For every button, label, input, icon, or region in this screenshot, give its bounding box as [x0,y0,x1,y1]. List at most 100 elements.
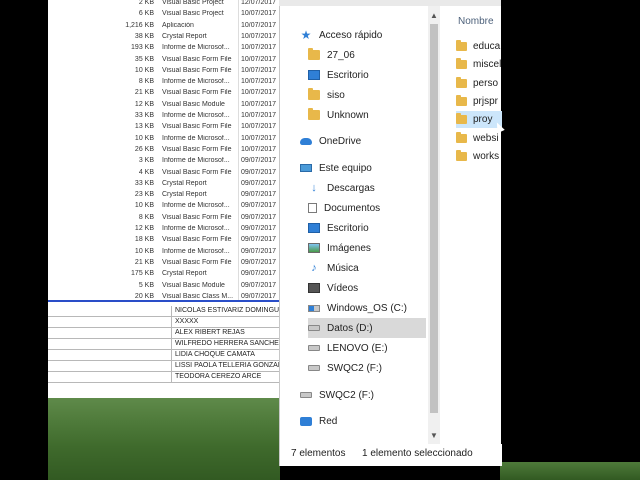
nav-onedrive[interactable]: OneDrive [300,131,361,151]
row-size: 23 KB [134,191,154,199]
column-header-name[interactable]: Nombre [458,16,494,27]
scroll-up-arrow-icon[interactable]: ▲ [428,10,440,22]
folder-icon [456,76,467,88]
nav-pc-musica[interactable]: ♪ Música [308,258,358,278]
row-type: Visual Basic Class M... [162,292,234,300]
cloud-icon [300,137,312,145]
background-list-row: 10 KB Informe de Microsof... 10/07/2017 [48,134,280,145]
usb-drive-icon [308,365,320,371]
nav-qa-item-27-06[interactable]: 27_06 [308,45,355,65]
nav-qa-item-unknown[interactable]: Unknown [308,105,369,125]
row-size: 13 KB [134,123,154,131]
background-list-row: 6 KB Visual Basic Project 10/07/2017 [48,9,280,20]
scroll-down-arrow-icon[interactable]: ▼ [428,430,440,442]
folder-icon [456,113,467,125]
background-list-row: 1,216 KB Aplicación 10/07/2017 [48,21,280,32]
nav-swqc2-root[interactable]: SWQC2 (F:) [300,385,374,405]
folder-item-label: prjspr [473,95,499,107]
nav-drive-e[interactable]: LENOVO (E:) [308,338,388,358]
row-size: 10 KB [134,66,154,74]
star-icon: ★ [300,28,312,42]
row-date: 10/07/2017 [241,100,277,108]
screen: 2 KB Visual Basic Project 12/07/2017 6 KB Vi… [0,0,640,480]
nav-label: SWQC2 (F:) [327,362,382,374]
nav-drive-f[interactable]: SWQC2 (F:) [308,358,382,378]
nav-pc-descargas[interactable]: ↓ Descargas [308,178,375,198]
nav-label: Unknown [327,109,369,121]
folder-item[interactable]: prjspr [456,93,502,110]
folder-icon [456,58,467,70]
row-size: 12 KB [134,225,154,232]
nav-label: 27_06 [327,49,355,61]
sheet-row: ALEX RIBERT REJAS [48,328,280,339]
nav-label: Descargas [327,182,375,194]
nav-network[interactable]: Red [300,411,337,431]
nav-drive-c[interactable]: Windows_OS (C:) [308,298,407,318]
video-icon [308,283,320,293]
row-date: 10/07/2017 [241,66,277,74]
nav-label: siso [327,89,345,101]
status-item-count: 7 elementos [291,448,346,459]
background-list-row: 18 KB Visual Basic Form File 09/07/2017 [48,235,280,246]
row-date: 10/07/2017 [241,123,277,131]
row-size: 175 KB [131,270,154,278]
row-date: 09/07/2017 [241,191,277,199]
folder-item[interactable]: perso [456,75,502,92]
row-type: Visual Basic Form File [162,145,232,153]
row-date: 09/07/2017 [241,258,277,266]
row-type: Crystal Report [162,191,207,199]
nav-pc-escritorio[interactable]: Escritorio [308,218,369,238]
nav-qa-item-siso[interactable]: siso [308,85,345,105]
row-size: 5 KB [138,281,154,289]
nav-this-pc[interactable]: Este equipo [300,158,372,178]
sheet-cell-name: NICOLAS ESTIVARIZ DOMINGUEZ [175,307,289,314]
nav-label: Escritorio [327,69,369,81]
background-list-row: 33 KB Crystal Report 09/07/2017 [48,179,280,190]
row-size: 1,216 KB [125,21,154,29]
sheet-row: XXXXX [48,317,280,328]
nav-quick-access[interactable]: ★ Acceso rápido [300,25,383,45]
sheet-row: LIDIA CHOQUE CAMATA [48,350,280,361]
nav-scrollbar[interactable]: ▲ ▼ [428,0,440,444]
nav-pc-documentos[interactable]: Documentos [308,198,380,218]
nav-pc-videos[interactable]: Vídeos [308,278,358,298]
desktop-icon [308,70,320,80]
folder-item[interactable]: educa [456,38,502,55]
row-size: 6 KB [138,10,154,18]
row-type: Visual Basic Form File [162,66,232,74]
desktop-wallpaper-right [500,462,640,480]
folder-item[interactable]: works [456,148,502,165]
folder-item-label: perso [473,77,499,89]
row-date: 09/07/2017 [241,292,277,300]
row-type: Crystal Report [162,179,207,187]
status-bar: 7 elementos 1 elemento seleccionado [280,444,502,466]
background-list-row: 38 KB Crystal Report 10/07/2017 [48,32,280,43]
nav-pc-imagenes[interactable]: Imágenes [308,238,371,258]
row-size: 8 KB [138,78,154,86]
nav-label: Documentos [324,202,381,214]
sheet-row: NICOLAS ESTIVARIZ DOMINGUEZ [48,306,288,317]
row-size: 21 KB [134,89,154,97]
nav-label: Vídeos [327,282,359,294]
sheet-cell-empty [48,328,172,339]
row-type: Informe de Microsof... [162,247,230,255]
folder-item[interactable]: websi [456,130,502,147]
background-list-row: 26 KB Visual Basic Form File 10/07/2017 [48,145,280,156]
nav-qa-item-escritorio[interactable]: Escritorio [308,65,369,85]
row-size: 38 KB [134,32,154,40]
folder-icon [308,108,320,120]
nav-label: Imágenes [327,242,371,254]
row-type: Informe de Microsof... [162,78,230,86]
scroll-thumb[interactable] [430,24,438,413]
computer-icon [300,164,312,172]
background-list-row: 35 KB Visual Basic Form File 10/07/2017 [48,55,280,66]
music-note-icon: ♪ [311,262,317,274]
background-list-row: 4 KB Visual Basic Form File 09/07/2017 [48,168,280,179]
folder-item-label: miscel [473,59,502,71]
row-type: Visual Basic Form File [162,168,232,176]
sheet-cell-empty [48,339,172,350]
folder-item[interactable]: miscel [456,56,502,73]
row-type: Crystal Report [162,270,207,278]
pictures-icon [308,243,320,253]
nav-drive-d[interactable]: Datos (D:) [308,318,426,338]
